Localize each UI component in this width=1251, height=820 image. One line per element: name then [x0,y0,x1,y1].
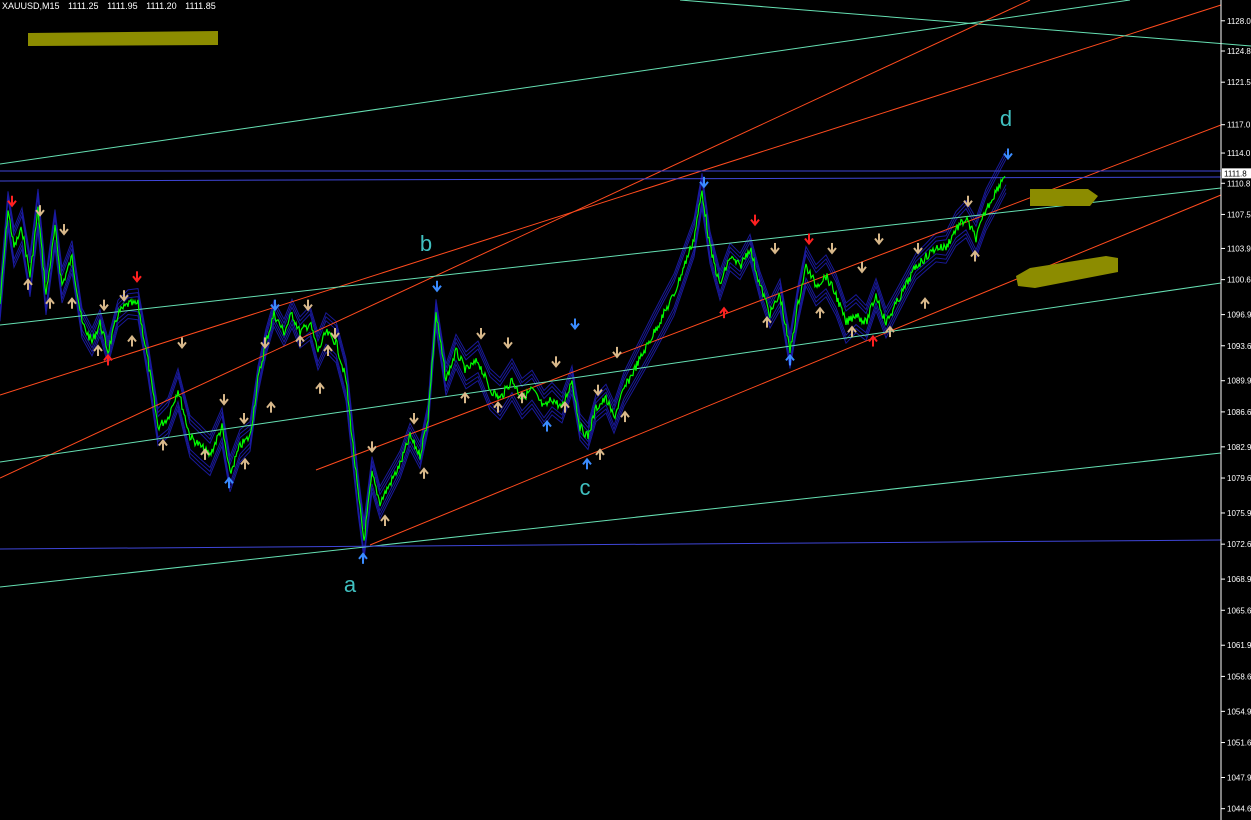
olive-highlight-marker [28,31,218,46]
envelope-line [0,154,1007,526]
olive-left-arrow-marker [1016,256,1118,288]
ohlc-high: 1111.95 [107,1,138,11]
up-arrow-icon [868,334,878,347]
price-axis: 1128.0 1124.8 1121.5 1117.0 1114.0 1110.8 1107… [1220,0,1251,820]
down-arrow-icon [239,413,249,425]
up-arrow-icon [315,382,325,394]
axis-tick-label: 1075.9 [1227,509,1251,518]
signal-arrows [7,148,1013,564]
up-arrow-icon [240,457,250,470]
wave-label-c: c [580,475,591,500]
down-arrow-icon [132,271,142,283]
axis-tick-label: 1058.6 [1227,672,1251,681]
down-arrow-icon [827,242,837,255]
symbol-timeframe: XAUUSD,M15 [2,1,60,11]
up-arrow-icon [582,457,592,470]
down-arrow-icon [963,195,973,208]
axis-tick-label: 1082.9 [1227,443,1251,452]
ohlc-low: 1111.20 [146,1,177,11]
up-arrow-icon [785,353,795,366]
up-arrow-icon [67,297,77,309]
orange-channel-mid [315,124,1222,471]
current-price-label: 1111.8 [1224,169,1247,178]
up-arrow-icon [380,514,390,527]
axis-tick-label: 1051.6 [1227,739,1251,748]
trend-lines [0,0,1251,588]
axis-tick-label: 1089.9 [1227,377,1251,386]
envelope-line [0,158,1007,530]
price-chart[interactable]: a b c d 1128.0 1124.8 1121.5 1117.0 1114.0 1110.… [0,0,1251,820]
down-arrow-icon [59,224,69,236]
down-arrow-icon [913,242,923,255]
green-channel-mid [0,187,1222,326]
axis-tick-label: 1079.6 [1227,474,1251,483]
down-arrow-icon [99,299,109,312]
green-channel-low [0,282,1222,463]
green-channel-bottom [0,452,1222,588]
down-arrow-icon [476,327,486,340]
axis-tick-label: 1061.9 [1227,641,1251,650]
up-arrow-icon [920,297,930,309]
annotation-markers [28,31,1118,288]
axis-tick-label: 1124.8 [1227,47,1251,56]
up-arrow-icon [358,552,368,564]
horizontal-line-upper [0,176,1222,182]
down-arrow-icon [770,242,780,255]
down-arrow-icon [432,280,442,293]
up-arrow-icon [719,306,729,319]
axis-tick-label: 1065.6 [1227,606,1251,615]
axis-tick-label: 1093.6 [1227,342,1251,351]
wave-label-d: d [1000,106,1012,131]
down-arrow-icon [503,337,513,350]
axis-tick-label: 1103.9 [1227,244,1251,253]
axis-tick-label: 1100.6 [1227,276,1251,285]
wave-label-a: a [344,572,357,597]
axis-tick-label: 1068.9 [1227,575,1251,584]
down-arrow-icon [409,413,419,425]
green-channel-top [0,0,1131,165]
down-arrow-icon [177,337,187,350]
ohlc-close: 1111.85 [185,1,216,11]
ohlc-open: 1111.25 [68,1,99,11]
axis-tick-label: 1121.5 [1227,78,1251,87]
axis-tick-label: 1054.9 [1227,707,1251,716]
down-arrow-icon [612,346,622,359]
down-arrow-icon [570,318,580,331]
axis-tick-label: 1110.8 [1227,179,1251,188]
axis-tick-label: 1096.9 [1227,311,1251,320]
up-arrow-icon [158,438,168,451]
axis-tick-label: 1072.6 [1227,540,1251,549]
up-arrow-icon [266,401,276,413]
up-arrow-icon [620,410,630,423]
axis-tick-label: 1047.9 [1227,773,1251,782]
envelope-bands [0,150,1007,560]
axis-tick-label: 1114.0 [1227,149,1251,158]
up-arrow-icon [815,306,825,319]
down-arrow-icon [874,233,884,246]
wave-label-b: b [420,231,432,256]
up-arrow-icon [542,419,552,432]
axis-tick-label: 1117.0 [1227,121,1251,130]
olive-left-arrow-marker [1030,189,1098,206]
horizontal-line-lower [0,539,1222,550]
up-arrow-icon [103,353,113,366]
down-arrow-icon [551,356,561,368]
symbol-header: XAUUSD,M15 1111.25 1111.95 1111.20 1111.… [2,1,222,11]
axis-tick-label: 1107.5 [1227,210,1251,219]
axis-tick-label: 1128.0 [1227,17,1251,26]
up-arrow-icon [419,467,429,479]
axis-tick-label: 1086.6 [1227,408,1251,417]
up-arrow-icon [127,334,137,347]
axis-tick-label: 1044.6 [1227,805,1251,814]
down-arrow-icon [219,394,229,406]
down-arrow-icon [750,214,760,227]
